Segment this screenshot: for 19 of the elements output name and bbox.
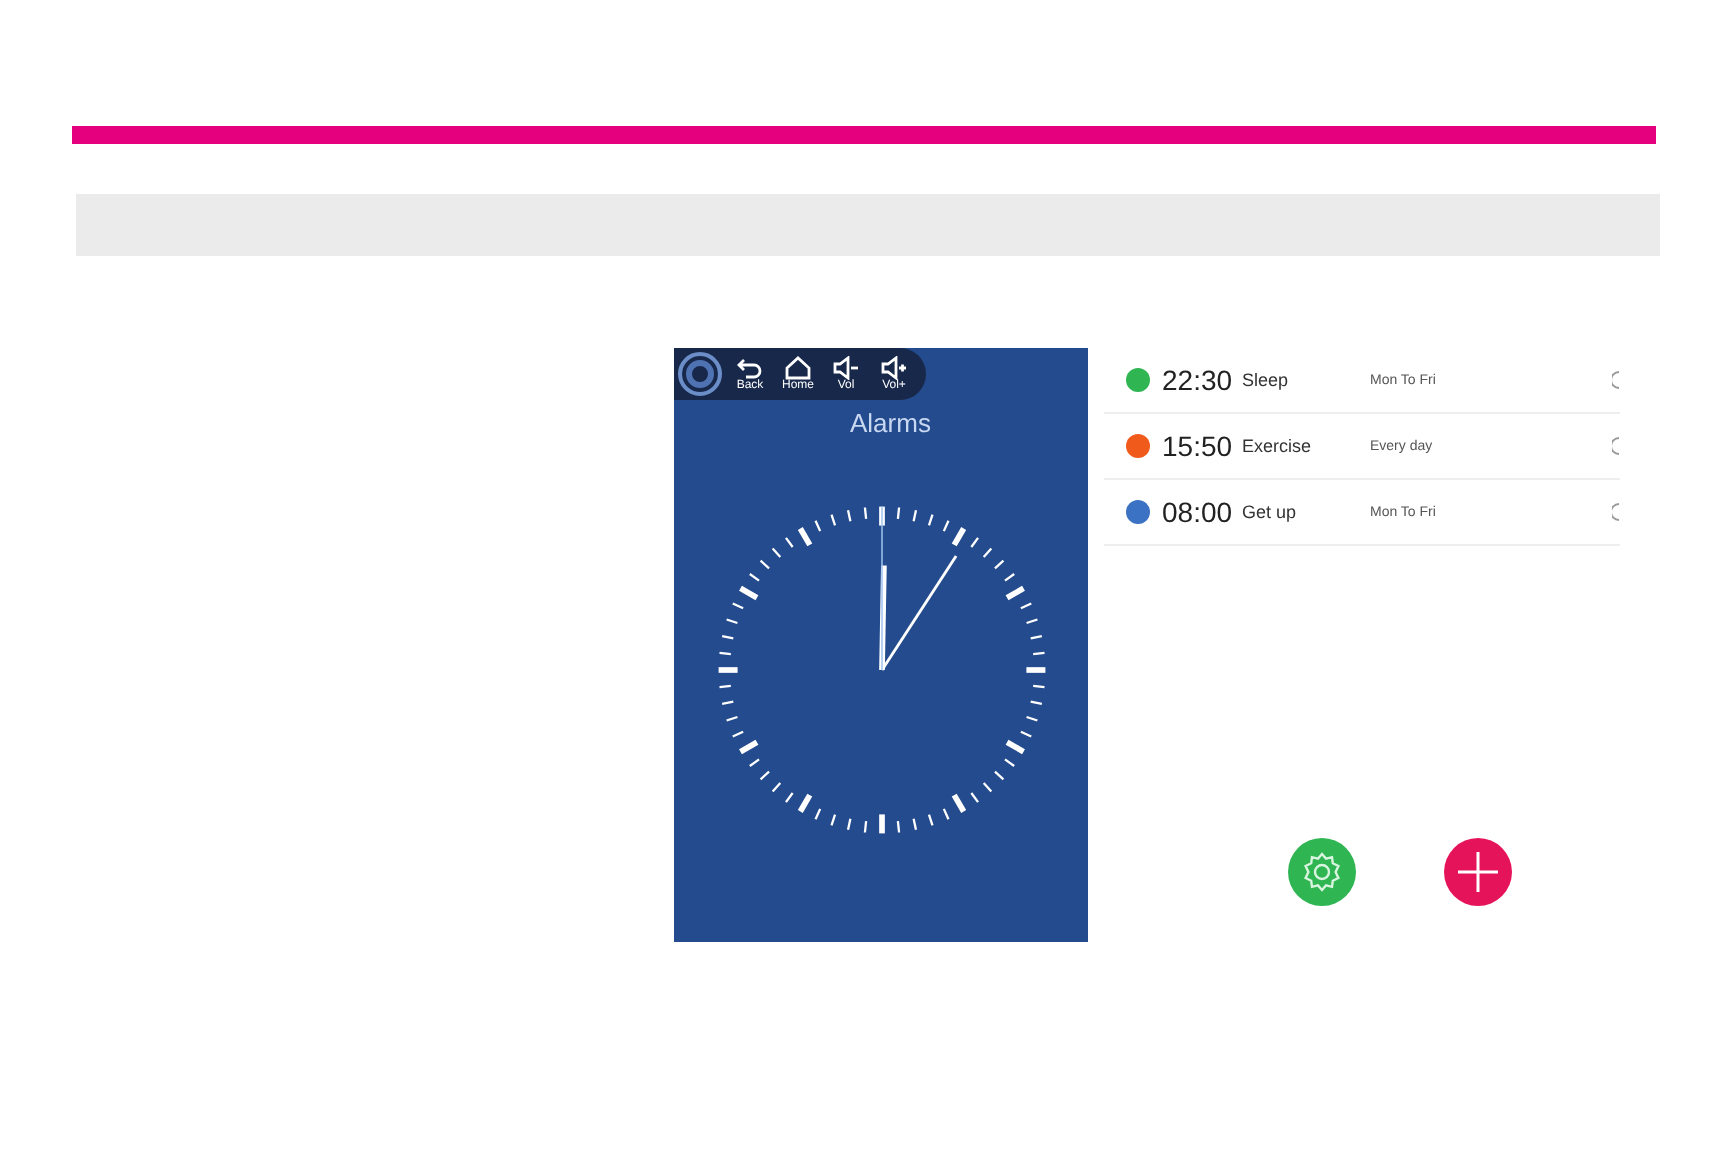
gear-icon [1300, 850, 1344, 894]
house-icon [784, 356, 812, 380]
plus-icon [1456, 850, 1500, 894]
settings-button[interactable] [1288, 838, 1356, 906]
speaker-icon [880, 356, 908, 380]
alarm-name: Exercise [1242, 436, 1314, 456]
toggle-icon[interactable] [1612, 436, 1620, 456]
alarm-time: 08:00 [1162, 496, 1235, 528]
add-button[interactable] [1444, 838, 1512, 906]
back-arrow-icon [736, 356, 764, 380]
speaker-icon [832, 356, 860, 380]
alarm-time: 22:30 [1162, 364, 1235, 396]
alarm-name: Get up [1242, 502, 1299, 522]
alarm-name: Sleep [1242, 370, 1291, 390]
toggle-icon[interactable] [1612, 370, 1620, 390]
toggle-icon[interactable] [1612, 502, 1620, 522]
screen-title: Alarms [850, 408, 931, 438]
assistive-touch-icon[interactable] [678, 352, 722, 396]
alarm-time: 15:50 [1162, 430, 1235, 462]
